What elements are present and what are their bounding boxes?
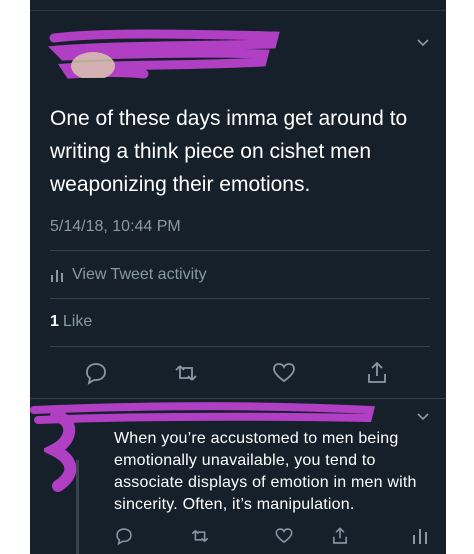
reply-icon xyxy=(86,363,106,385)
like-count[interactable]: 1 Like xyxy=(50,313,92,331)
reply-tweet-text: When you’re accustomed to men being emot… xyxy=(114,430,417,513)
avatar[interactable] xyxy=(48,38,118,80)
thread-line xyxy=(76,460,79,554)
reply-reply-button[interactable] xyxy=(114,526,134,546)
retweet-icon xyxy=(175,365,197,381)
heart-icon xyxy=(275,528,293,544)
activity-label: View Tweet activity xyxy=(72,266,207,283)
reply-retweet-button[interactable] xyxy=(190,526,210,546)
heart-icon xyxy=(273,363,295,383)
divider xyxy=(50,298,430,299)
divider xyxy=(50,346,430,347)
tweet-timestamp[interactable]: 5/14/18, 10:44 PM xyxy=(50,218,181,236)
bar-chart-icon xyxy=(413,529,427,544)
reply-activity-button[interactable] xyxy=(410,526,430,546)
reply-like-button[interactable] xyxy=(274,526,294,546)
bar-chart-icon xyxy=(51,270,63,282)
share-icon xyxy=(333,527,347,544)
reply-icon xyxy=(116,528,132,546)
divider xyxy=(50,250,430,251)
view-tweet-activity-link[interactable]: View Tweet activity xyxy=(50,264,207,286)
reply-button[interactable] xyxy=(83,360,109,386)
redacted-reply-avatar xyxy=(44,410,77,492)
retweet-button[interactable] xyxy=(173,360,199,386)
retweet-icon xyxy=(191,530,209,542)
share-button[interactable] xyxy=(364,360,390,386)
share-icon xyxy=(368,361,386,383)
like-count-label: Like xyxy=(62,313,93,330)
chevron-down-icon[interactable] xyxy=(416,36,430,50)
top-divider xyxy=(30,0,446,11)
reply-share-button[interactable] xyxy=(330,526,350,546)
tweet-detail-screen: One of these days imma get around to wri… xyxy=(30,0,446,554)
like-button[interactable] xyxy=(271,360,297,386)
tweet-text: One of these days imma get around to wri… xyxy=(50,107,408,196)
like-count-value: 1 xyxy=(50,313,59,330)
chevron-down-icon[interactable] xyxy=(416,410,430,424)
